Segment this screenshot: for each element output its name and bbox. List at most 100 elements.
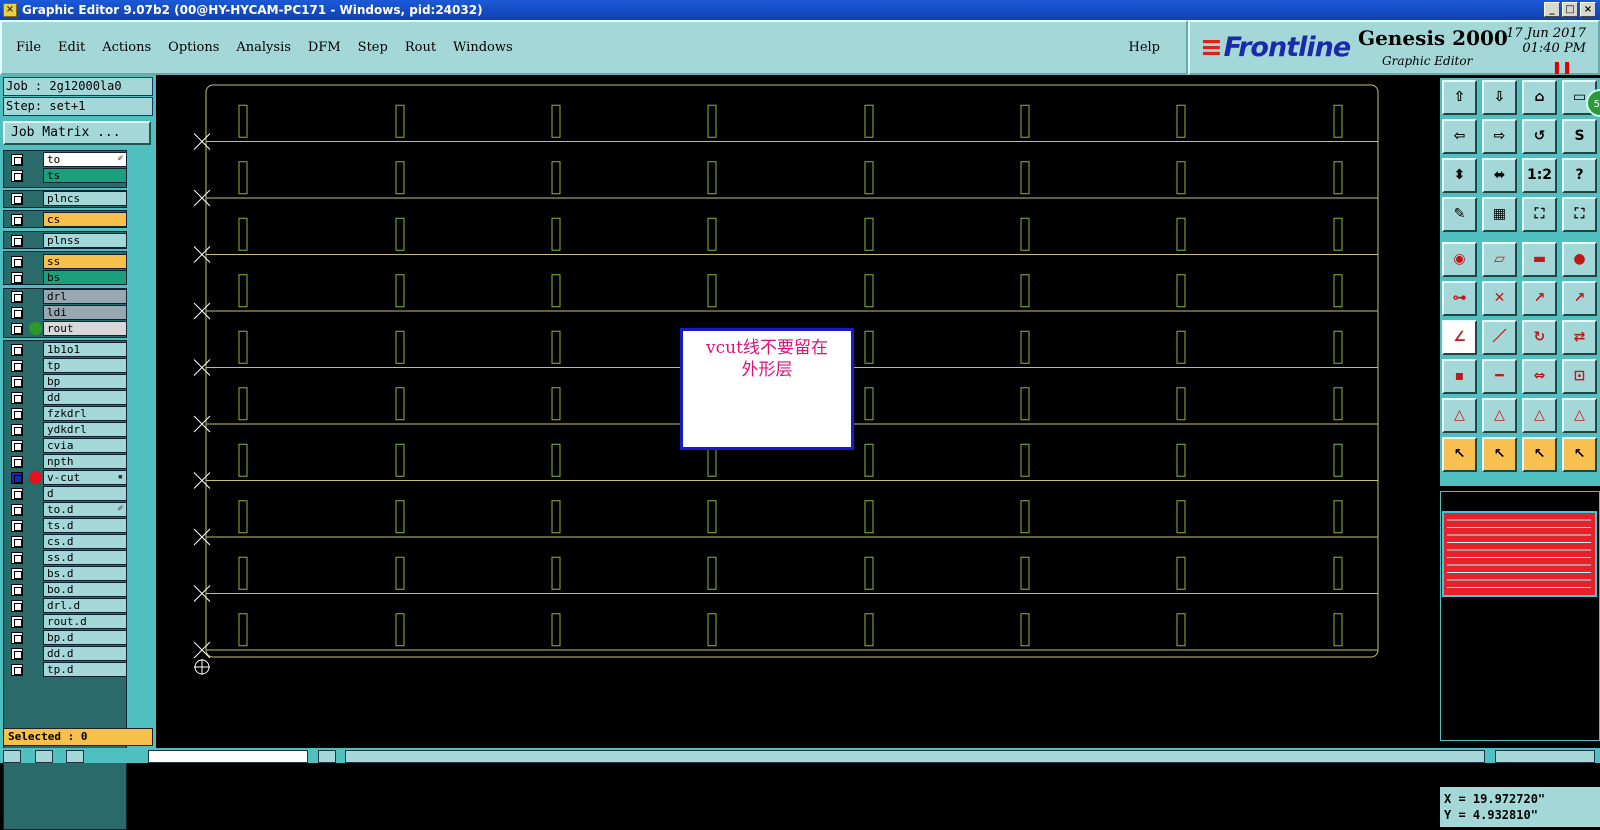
- layer-name[interactable]: ss: [43, 254, 127, 269]
- layer-checkbox[interactable]: [11, 360, 23, 372]
- line-add-icon[interactable]: ━: [1482, 359, 1517, 394]
- line-icon[interactable]: ／: [1482, 320, 1517, 355]
- layer-row-npth[interactable]: npth: [6, 454, 128, 469]
- layer-checkbox[interactable]: [11, 472, 23, 484]
- zoom-back-icon[interactable]: ↺: [1522, 119, 1557, 154]
- layer-checkbox[interactable]: [11, 632, 23, 644]
- layer-row-cvia[interactable]: cvia: [6, 438, 128, 453]
- layer-row-ts[interactable]: ts: [6, 168, 128, 183]
- pan-down-icon[interactable]: ⇩: [1482, 80, 1517, 115]
- menu-step[interactable]: Step: [358, 40, 388, 55]
- minimize-button[interactable]: _: [1544, 2, 1560, 17]
- layer-row-bp[interactable]: bp: [6, 374, 128, 389]
- pan-up-icon[interactable]: ⇧: [1442, 80, 1477, 115]
- layer-row-tp[interactable]: tp: [6, 358, 128, 373]
- pause-icon[interactable]: ❚❚: [1552, 60, 1572, 74]
- status-btn-4[interactable]: [318, 750, 336, 763]
- layer-row-rout[interactable]: rout: [6, 321, 128, 336]
- menu-edit[interactable]: Edit: [58, 40, 85, 55]
- pointer-path-icon[interactable]: ↖: [1562, 437, 1597, 472]
- layer-name[interactable]: ts.d: [43, 518, 127, 533]
- home-icon[interactable]: ⌂: [1522, 80, 1557, 115]
- layer-row-bp.d[interactable]: bp.d: [6, 630, 128, 645]
- layer-row-dd[interactable]: dd: [6, 390, 128, 405]
- layer-row-ss[interactable]: ss: [6, 254, 128, 269]
- layer-name[interactable]: plncs: [43, 191, 127, 206]
- pointer-circle-icon[interactable]: ↖: [1522, 437, 1557, 472]
- layer-name[interactable]: fzkdrl: [43, 406, 127, 421]
- layer-name[interactable]: v-cut ▪: [43, 470, 127, 485]
- layer-row-ydkdrl[interactable]: ydkdrl: [6, 422, 128, 437]
- pan-left-icon[interactable]: ⇦: [1442, 119, 1477, 154]
- layer-name[interactable]: dd.d: [43, 646, 127, 661]
- layer-checkbox[interactable]: [11, 235, 23, 247]
- menu-options[interactable]: Options: [168, 40, 219, 55]
- triangle-3-icon[interactable]: △: [1522, 398, 1557, 433]
- select-line-icon[interactable]: ▱: [1482, 242, 1517, 277]
- layer-row-fzkdrl[interactable]: fzkdrl: [6, 406, 128, 421]
- layer-checkbox[interactable]: [11, 424, 23, 436]
- delete-icon[interactable]: ✕: [1482, 281, 1517, 316]
- layer-row-cs.d[interactable]: cs.d: [6, 534, 128, 549]
- layer-checkbox[interactable]: [11, 408, 23, 420]
- layer-name[interactable]: bo.d: [43, 582, 127, 597]
- menu-actions[interactable]: Actions: [102, 40, 151, 55]
- grid-icon[interactable]: ▦: [1482, 197, 1517, 232]
- pointer-icon[interactable]: ↖: [1442, 437, 1477, 472]
- layer-name[interactable]: bs.d: [43, 566, 127, 581]
- layer-row-rout.d[interactable]: rout.d: [6, 614, 128, 629]
- layer-name[interactable]: 1b1o1: [43, 342, 127, 357]
- layer-name[interactable]: rout: [43, 321, 127, 336]
- status-btn-2[interactable]: [35, 750, 53, 763]
- layer-row-drl.d[interactable]: drl.d: [6, 598, 128, 613]
- rotate-icon[interactable]: ↻: [1522, 320, 1557, 355]
- layer-name[interactable]: bp: [43, 374, 127, 389]
- layer-name[interactable]: tp: [43, 358, 127, 373]
- layer-name[interactable]: cvia: [43, 438, 127, 453]
- zoom-home-icon[interactable]: ⬌: [1482, 158, 1517, 193]
- layer-checkbox[interactable]: [11, 307, 23, 319]
- layer-name[interactable]: ydkdrl: [43, 422, 127, 437]
- select-feature-icon[interactable]: ●: [1562, 242, 1597, 277]
- layer-row-tp.d[interactable]: tp.d: [6, 662, 128, 677]
- redraw-icon[interactable]: S: [1562, 119, 1597, 154]
- layers-alt-icon[interactable]: ⛶: [1562, 197, 1597, 232]
- layer-checkbox[interactable]: [11, 648, 23, 660]
- dimension-icon[interactable]: ⇔: [1522, 359, 1557, 394]
- connect-icon[interactable]: ⊶: [1442, 281, 1477, 316]
- layer-name[interactable]: to.d ✐: [43, 502, 127, 517]
- layer-checkbox[interactable]: [11, 214, 23, 226]
- status-btn-1[interactable]: [3, 750, 21, 763]
- layer-checkbox[interactable]: [11, 323, 23, 335]
- help-icon[interactable]: ?: [1562, 158, 1597, 193]
- menu-file[interactable]: File: [16, 40, 41, 55]
- layer-checkbox[interactable]: [11, 664, 23, 676]
- layer-row-plnss[interactable]: plnss: [6, 233, 128, 248]
- layer-checkbox[interactable]: [11, 456, 23, 468]
- layer-name[interactable]: bp.d: [43, 630, 127, 645]
- layer-checkbox[interactable]: [11, 272, 23, 284]
- close-button[interactable]: ×: [1580, 2, 1596, 17]
- layer-affected-dot[interactable]: [29, 322, 42, 335]
- zoom-fit-icon[interactable]: ⬍: [1442, 158, 1477, 193]
- layer-row-bs.d[interactable]: bs.d: [6, 566, 128, 581]
- layer-checkbox[interactable]: [11, 392, 23, 404]
- layer-row-to[interactable]: to ✐: [6, 152, 128, 167]
- layer-name[interactable]: npth: [43, 454, 127, 469]
- layer-row-drl[interactable]: drl: [6, 289, 128, 304]
- layer-name[interactable]: cs.d: [43, 534, 127, 549]
- layer-name[interactable]: dd: [43, 390, 127, 405]
- angle-icon[interactable]: ∠: [1442, 320, 1477, 355]
- menu-windows[interactable]: Windows: [453, 40, 513, 55]
- measure-icon[interactable]: ▬: [1522, 242, 1557, 277]
- menu-dfm[interactable]: DFM: [308, 40, 341, 55]
- snap-icon[interactable]: ✎: [1442, 197, 1477, 232]
- layer-checkbox[interactable]: [11, 504, 23, 516]
- layer-checkbox[interactable]: [11, 600, 23, 612]
- layer-name[interactable]: tp.d: [43, 662, 127, 677]
- layer-name[interactable]: bs: [43, 270, 127, 285]
- layer-affected-dot[interactable]: [29, 471, 42, 484]
- mirror-icon[interactable]: ⇄: [1562, 320, 1597, 355]
- layer-name[interactable]: cs: [43, 212, 127, 227]
- pan-right-icon[interactable]: ⇨: [1482, 119, 1517, 154]
